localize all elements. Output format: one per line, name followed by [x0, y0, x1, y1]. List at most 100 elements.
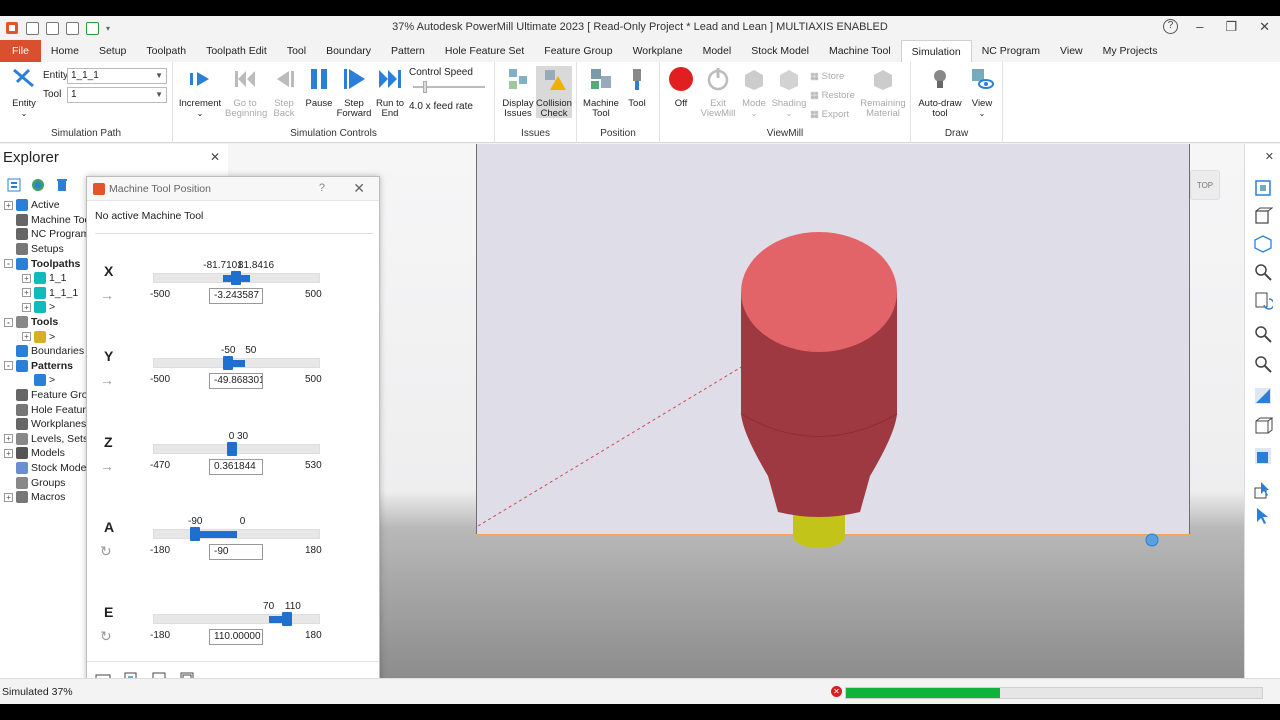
- entity-button[interactable]: Entity ⌄: [6, 66, 42, 119]
- tool-position-button[interactable]: Tool: [622, 66, 652, 109]
- shaded-view-icon[interactable]: [1253, 386, 1273, 406]
- zoom-icon[interactable]: [1253, 262, 1273, 282]
- axis-value-input[interactable]: -49.868301: [209, 373, 263, 390]
- expand-toggle-icon[interactable]: -: [4, 259, 13, 269]
- increment-button[interactable]: Increment ⌄: [177, 66, 223, 119]
- delete-icon[interactable]: [54, 177, 70, 193]
- pause-button[interactable]: Pause: [303, 66, 335, 109]
- axis-slider-thumb[interactable]: [281, 612, 292, 627]
- step-forward-button[interactable]: Step Forward: [336, 66, 372, 119]
- machine-tool-button[interactable]: Machine Tool: [581, 66, 621, 119]
- expand-toggle-icon[interactable]: +: [4, 434, 13, 444]
- help-icon[interactable]: ?: [1163, 19, 1178, 34]
- mode-button[interactable]: Mode ⌄: [739, 66, 769, 119]
- tab-feature-group[interactable]: Feature Group: [534, 40, 622, 62]
- axis-value-input[interactable]: 110.00000: [209, 629, 263, 646]
- tab-model[interactable]: Model: [693, 40, 742, 62]
- axis-slider-thumb[interactable]: [230, 271, 241, 285]
- store-button[interactable]: ▦ Store: [810, 67, 855, 86]
- expand-toggle-icon[interactable]: +: [4, 492, 13, 502]
- control-speed-slider[interactable]: [413, 81, 485, 93]
- view-cube-top[interactable]: TOP: [1190, 170, 1220, 200]
- tab-pattern[interactable]: Pattern: [381, 40, 435, 62]
- axis-slider[interactable]: 0 30: [153, 431, 320, 456]
- tab-hole-feature-set[interactable]: Hole Feature Set: [435, 40, 534, 62]
- tab-toolpath[interactable]: Toolpath: [136, 40, 196, 62]
- axis-slider[interactable]: 70 110: [153, 601, 320, 627]
- remaining-material-button[interactable]: Remaining Material: [858, 66, 908, 119]
- axis-slider[interactable]: -90 0: [153, 516, 320, 541]
- cancel-simulation-icon[interactable]: ✕: [831, 686, 842, 697]
- chart-icon[interactable]: [86, 21, 99, 35]
- axis-slider-thumb[interactable]: [223, 356, 234, 371]
- restore-icon[interactable]: ❐: [1225, 19, 1237, 35]
- shading-button[interactable]: Shading ⌄: [771, 66, 807, 119]
- zoom-box-icon[interactable]: [1253, 324, 1273, 344]
- tool-combo[interactable]: 1 ▼: [67, 87, 167, 103]
- expand-toggle-icon[interactable]: +: [22, 288, 31, 298]
- tab-file[interactable]: File: [0, 40, 41, 62]
- tab-view[interactable]: View: [1050, 40, 1093, 62]
- tree-icon[interactable]: [6, 177, 22, 193]
- close-icon[interactable]: ✕: [1259, 19, 1270, 35]
- tab-simulation[interactable]: Simulation: [900, 40, 972, 62]
- entity-combo[interactable]: 1_1_1 ▼: [67, 68, 167, 84]
- globe-icon[interactable]: [30, 177, 46, 193]
- axis-value-input[interactable]: 0.361844: [209, 458, 263, 475]
- axis-value-input[interactable]: -90: [209, 543, 263, 560]
- export-button[interactable]: ▦ Export: [810, 105, 855, 124]
- expand-toggle-icon[interactable]: -: [4, 317, 13, 327]
- save-icon[interactable]: [66, 21, 79, 35]
- expand-toggle-icon[interactable]: +: [4, 448, 13, 458]
- view-button[interactable]: View ⌄: [967, 66, 997, 119]
- tab-boundary[interactable]: Boundary: [316, 40, 381, 62]
- axis-slider-thumb[interactable]: [226, 441, 237, 456]
- close-icon[interactable]: ✕: [210, 150, 220, 164]
- axis-slider-thumb[interactable]: [190, 526, 201, 541]
- tab-home[interactable]: Home: [41, 40, 89, 62]
- close-icon[interactable]: ✕: [353, 180, 365, 197]
- exit-viewmill-button[interactable]: Exit ViewMill: [699, 66, 737, 119]
- tab-stock-model[interactable]: Stock Model: [741, 40, 819, 62]
- axis-slider[interactable]: -50 50: [153, 345, 320, 371]
- tab-nc-program[interactable]: NC Program: [972, 40, 1050, 62]
- expand-toggle-icon[interactable]: +: [4, 200, 13, 210]
- zoom-fit-icon[interactable]: [1253, 354, 1273, 374]
- help-icon[interactable]: ?: [319, 182, 325, 194]
- view-label: View: [971, 98, 993, 109]
- expand-toggle-icon[interactable]: -: [4, 361, 13, 371]
- axis-value-input[interactable]: -3.243587: [209, 288, 263, 304]
- tab-workplane[interactable]: Workplane: [623, 40, 693, 62]
- axis-slider[interactable]: -81.7101 81.8416: [153, 260, 320, 285]
- expand-toggle-icon[interactable]: +: [22, 302, 31, 312]
- run-to-end-button[interactable]: Run to End: [373, 66, 407, 119]
- tab-toolpath-edit[interactable]: Toolpath Edit: [196, 40, 277, 62]
- view-iso-icon[interactable]: [1253, 178, 1273, 198]
- customize-qa-icon[interactable]: ▾: [106, 24, 110, 33]
- tab-my-projects[interactable]: My Projects: [1093, 40, 1168, 62]
- minimize-icon[interactable]: –: [1196, 19, 1203, 35]
- tab-tool[interactable]: Tool: [277, 40, 316, 62]
- open-folder-icon[interactable]: [26, 21, 39, 35]
- shaded-wire-icon[interactable]: [1253, 446, 1273, 466]
- tab-machine-tool[interactable]: Machine Tool: [819, 40, 901, 62]
- view-cube-icon[interactable]: [1253, 234, 1273, 254]
- view-front-icon[interactable]: [1253, 206, 1273, 226]
- refresh-icon[interactable]: [1253, 290, 1273, 310]
- close-icon[interactable]: ✕: [1265, 150, 1274, 163]
- go-to-beginning-button[interactable]: Go to Beginning: [225, 66, 267, 119]
- restore-button[interactable]: ▦ Restore: [810, 86, 855, 105]
- expand-toggle-icon[interactable]: +: [22, 273, 31, 283]
- wireframe-icon[interactable]: [1253, 416, 1273, 436]
- axis-min-label: -500: [150, 289, 171, 300]
- select-icon[interactable]: [1253, 480, 1273, 500]
- pointer-icon[interactable]: [1253, 506, 1273, 526]
- tab-setup[interactable]: Setup: [89, 40, 136, 62]
- collision-check-button[interactable]: Collision Check: [536, 66, 572, 119]
- open-icon[interactable]: [46, 21, 59, 35]
- viewmill-off-button[interactable]: Off: [665, 66, 697, 109]
- step-back-button[interactable]: Step Back: [267, 66, 301, 119]
- auto-draw-tool-button[interactable]: Auto-draw tool: [915, 66, 965, 119]
- display-issues-button[interactable]: Display Issues: [501, 66, 535, 119]
- expand-toggle-icon[interactable]: +: [22, 332, 31, 342]
